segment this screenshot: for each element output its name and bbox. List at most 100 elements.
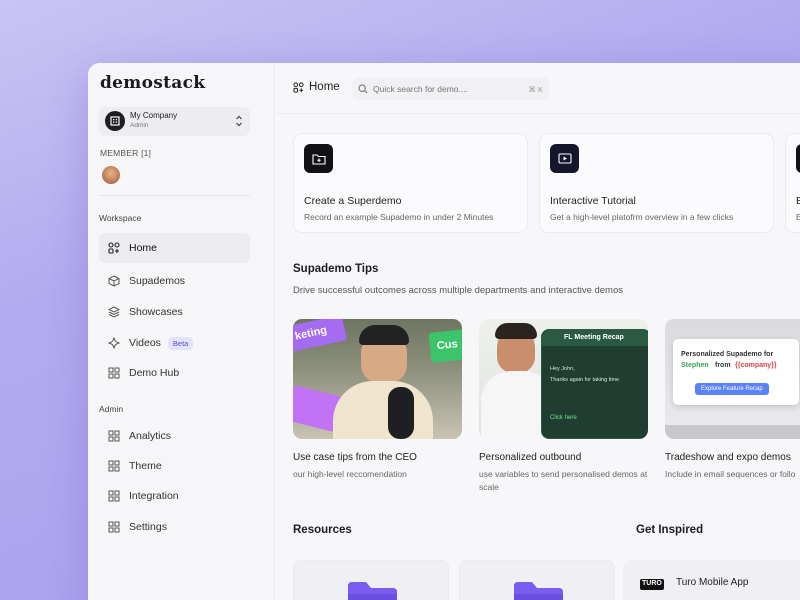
folder-icon — [348, 582, 397, 600]
resource-card[interactable] — [459, 560, 615, 600]
email-body: Thanks again for taking time — [550, 377, 620, 383]
breadcrumb[interactable]: Home — [293, 81, 340, 93]
email-greeting: Hey John, — [550, 366, 575, 372]
personalized-card: Personalized Supademo for Stephen from {… — [673, 339, 799, 405]
inspired-card-turo[interactable]: TURO Turo Mobile App — [623, 560, 800, 600]
card-partial[interactable]: B E — [785, 133, 800, 233]
admin-section-label: Admin — [99, 404, 124, 414]
top-bar: Home ⌘ K — [276, 63, 800, 113]
cube-icon — [108, 275, 120, 287]
app-window: demostack My Company Admin MEMBER [1] Wo… — [88, 63, 800, 600]
play-screen-icon — [550, 144, 579, 173]
turo-logo: TURO — [640, 579, 664, 590]
sidebar-item-settings[interactable]: Settings — [99, 512, 250, 542]
sidebar-item-label: Videos — [129, 337, 161, 349]
company-role: Admin — [130, 122, 149, 129]
card-create-superdemo[interactable]: Create a Superdemo Record an example Sup… — [293, 133, 528, 233]
search-input[interactable] — [373, 84, 523, 94]
personalized-line: Personalized Supademo for — [681, 351, 774, 358]
search-bar[interactable]: ⌘ K — [352, 78, 550, 100]
resource-card[interactable] — [293, 560, 449, 600]
card-description: E — [796, 212, 800, 222]
card-description: Record an example Supademo in under 2 Mi… — [304, 212, 494, 222]
avatar[interactable] — [102, 166, 120, 184]
personalized-name: Stephen — [681, 362, 709, 369]
company-name: My Company — [130, 111, 178, 120]
sidebar-item-demo-hub[interactable]: Demo Hub — [99, 358, 250, 388]
tip-title: Personalized outbound — [479, 452, 582, 463]
grid-icon — [108, 490, 120, 502]
video-thumbnail: keting Cus — [293, 319, 462, 439]
card-title: Create a Superdemo — [304, 195, 402, 207]
folder-icon — [514, 582, 563, 600]
tip-title: Tradeshow and expo demos — [665, 452, 791, 463]
sidebar-item-label: Integration — [129, 490, 179, 502]
member-count-label: MEMBER [1] — [100, 148, 152, 158]
tip-description: use variables to send personalised demos… — [479, 469, 648, 492]
personalized-variable: {{company}} — [735, 362, 777, 369]
turo-logo-text: TURO — [642, 580, 662, 587]
grid-icon — [108, 430, 120, 442]
breadcrumb-home: Home — [309, 81, 340, 93]
tip-title: Use case tips from the CEO — [293, 452, 417, 463]
sidebar-item-showcases[interactable]: Showcases — [99, 297, 250, 327]
sidebar-item-label: Demo Hub — [129, 367, 180, 379]
tips-title: Supademo Tips — [293, 263, 379, 275]
sidebar-item-supademos[interactable]: Supademos — [99, 266, 250, 296]
personalized-from: from — [715, 362, 731, 369]
email-preview: FL Meeting Recap Hey John, Thanks again … — [541, 329, 648, 439]
sidebar-item-analytics[interactable]: Analytics — [99, 421, 250, 451]
sidebar-item-theme[interactable]: Theme — [99, 451, 250, 481]
sidebar-item-integration[interactable]: Integration — [99, 481, 250, 511]
sidebar-item-label: Supademos — [129, 275, 186, 287]
search-icon — [358, 84, 368, 94]
home-grid-icon — [293, 81, 304, 93]
microphone — [388, 387, 414, 439]
grid-icon — [108, 521, 120, 533]
person-hair — [495, 323, 537, 339]
email-subject: FL Meeting Recap — [564, 334, 624, 341]
grid-icon — [108, 367, 120, 379]
search-shortcut: ⌘ K — [528, 84, 543, 94]
email-link: Click here — [550, 415, 577, 421]
chevron-updown-icon — [236, 115, 242, 127]
tip-card-personalized-outbound[interactable]: FL Meeting Recap Hey John, Thanks again … — [479, 319, 648, 494]
sidebar-item-home[interactable]: Home — [99, 233, 250, 263]
beta-badge: Beta — [167, 336, 194, 350]
person-hair — [359, 325, 409, 345]
app-logo: demostack — [100, 73, 206, 93]
sidebar-item-label: Analytics — [129, 430, 172, 442]
workspace-section-label: Workspace — [99, 213, 142, 223]
sidebar-item-label: Home — [129, 242, 158, 254]
header-divider — [276, 113, 800, 114]
speech-bubble: Cus — [428, 329, 462, 363]
person-shirt — [333, 381, 433, 439]
sidebar-item-label: Theme — [129, 460, 162, 472]
card-description: Get a high-level platofrm overview in a … — [550, 212, 734, 222]
layers-icon — [108, 306, 120, 318]
card-interactive-tutorial[interactable]: Interactive Tutorial Get a high-level pl… — [539, 133, 774, 233]
tip-description: our high-level reccomendation — [293, 469, 407, 479]
speech-bubble: keting — [293, 319, 348, 354]
bubble-text: Cus — [436, 338, 459, 353]
sidebar-item-videos[interactable]: Videos Beta — [99, 328, 250, 358]
grid-icon — [108, 460, 120, 472]
tip-description: Include in email sequences or follo — [665, 469, 796, 479]
sidebar-item-label: Settings — [129, 521, 167, 533]
resources-title: Resources — [293, 524, 352, 536]
tip-card-tradeshow[interactable]: Personalized Supademo for Stephen from {… — [665, 319, 800, 481]
bubble-text: keting — [293, 324, 329, 343]
card-title: Interactive Tutorial — [550, 195, 636, 207]
sidebar-item-label: Showcases — [129, 306, 183, 318]
main-content: Home ⌘ K Create a Superdemo Record an ex… — [276, 63, 800, 600]
sparkle-icon — [108, 337, 120, 349]
sidebar-divider — [99, 195, 250, 196]
company-switcher[interactable]: My Company Admin — [99, 107, 250, 136]
folder-plus-icon — [304, 144, 333, 173]
tip-card-ceo[interactable]: keting Cus Use case tips from the CEO ou… — [293, 319, 462, 481]
video-thumbnail: FL Meeting Recap Hey John, Thanks again … — [479, 319, 648, 439]
partial-icon — [796, 144, 800, 173]
card-title: B — [796, 195, 800, 207]
inspired-title: Get Inspired — [636, 524, 704, 536]
sidebar: demostack My Company Admin MEMBER [1] Wo… — [88, 63, 275, 600]
